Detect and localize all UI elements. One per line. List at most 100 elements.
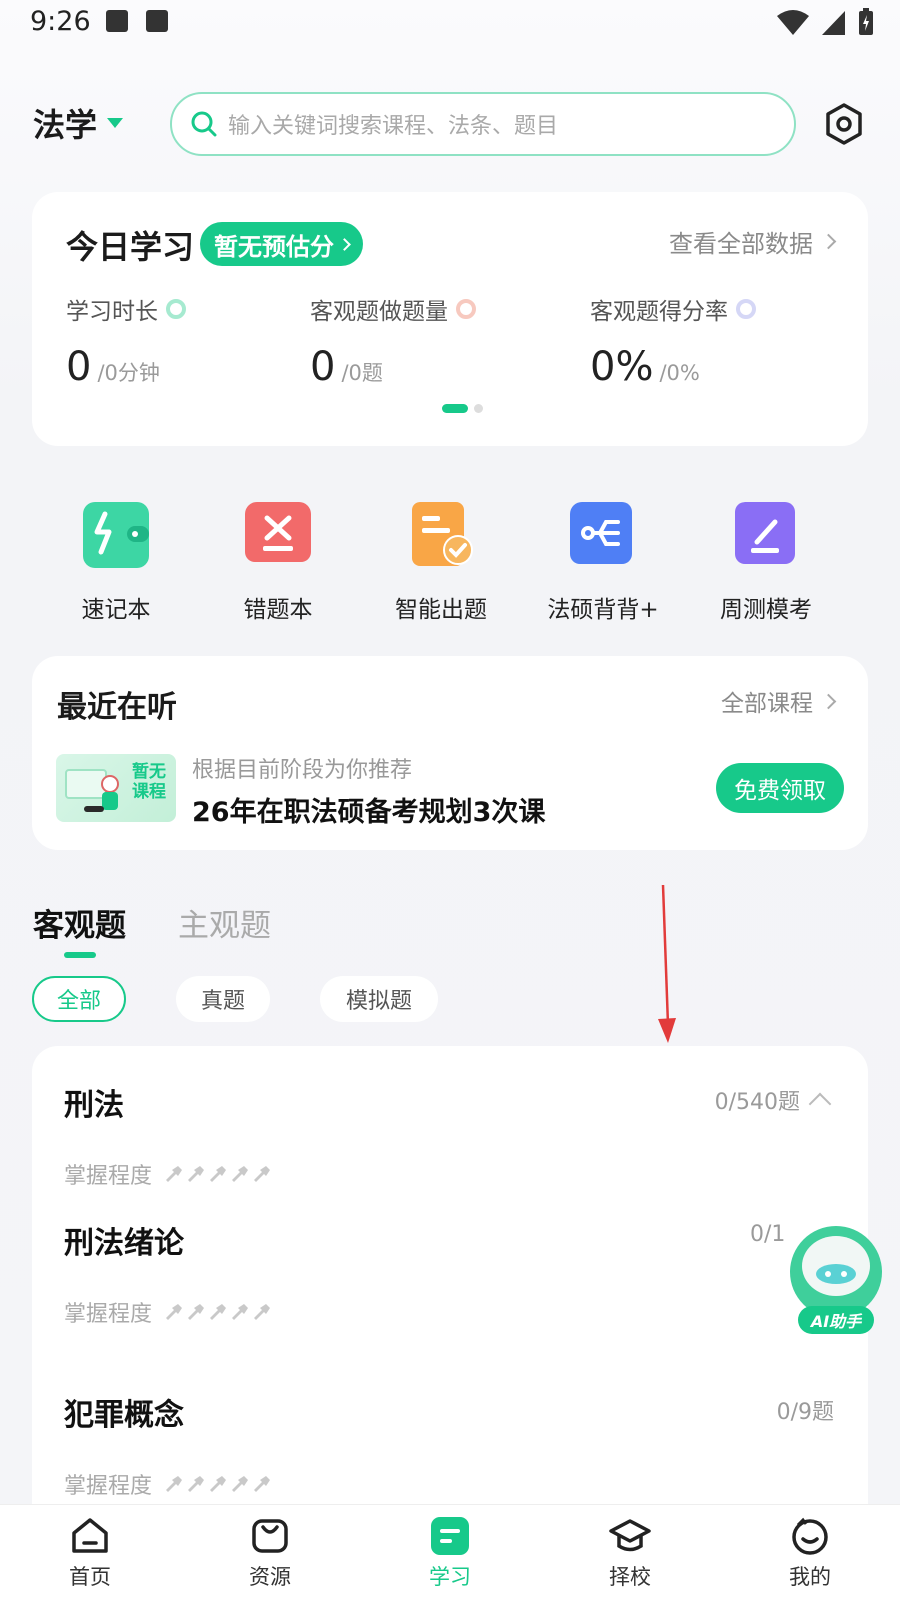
stat-objective-count: 客观题做题量 0/0题 bbox=[310, 292, 476, 390]
status-system-icons bbox=[776, 8, 874, 36]
chevron-right-icon bbox=[820, 233, 837, 250]
ring-icon bbox=[166, 299, 186, 319]
status-notification-icons bbox=[106, 10, 168, 32]
image-notification-icon bbox=[106, 10, 128, 32]
tool-weekly-test[interactable]: 周测模考 bbox=[696, 502, 836, 624]
mastery-hammers bbox=[164, 1302, 276, 1322]
free-claim-button[interactable]: 免费领取 bbox=[716, 763, 844, 813]
mastery-row: 掌握程度 bbox=[64, 1296, 276, 1328]
hammer-rating-icon bbox=[166, 1304, 271, 1320]
view-all-data-label: 查看全部数据 bbox=[669, 230, 813, 258]
signal-icon bbox=[822, 11, 845, 35]
caret-down-icon bbox=[107, 118, 124, 128]
ai-helper-label: AI助手 bbox=[798, 1306, 874, 1334]
nav-home[interactable]: 首页 bbox=[0, 1505, 180, 1600]
smart-question-icon bbox=[412, 502, 473, 566]
nav-label: 首页 bbox=[69, 1565, 111, 1589]
mastery-label: 掌握程度 bbox=[64, 1474, 153, 1499]
wrong-book-icon bbox=[245, 502, 311, 562]
stat-label: 客观题做题量 bbox=[310, 299, 448, 325]
all-courses-label: 全部课程 bbox=[721, 691, 813, 717]
hammer-rating-icon bbox=[166, 1476, 271, 1492]
annotation-arrow-icon bbox=[658, 885, 676, 1043]
tool-label: 速记本 bbox=[81, 597, 151, 623]
mastery-label: 掌握程度 bbox=[64, 1302, 153, 1327]
subject-title[interactable]: 犯罪概念 bbox=[64, 1390, 184, 1434]
notebook-icon bbox=[83, 502, 149, 568]
text-notification-icon bbox=[146, 10, 168, 32]
course-name[interactable]: 26年在职法硕备考规划3次课 bbox=[192, 790, 545, 829]
nav-profile[interactable]: 我的 bbox=[720, 1505, 900, 1600]
subject-count-group[interactable]: 0/540题 bbox=[715, 1084, 832, 1116]
chevron-right-icon bbox=[820, 693, 837, 709]
filter-chip-all[interactable]: 全部 bbox=[32, 976, 126, 1022]
all-courses-link[interactable]: 全部课程 bbox=[721, 684, 837, 718]
subject-title[interactable]: 刑法绪论 bbox=[64, 1218, 184, 1262]
thumbnail-line1: 暂无 bbox=[132, 762, 166, 782]
home-icon bbox=[72, 1518, 108, 1553]
nav-resources[interactable]: 资源 bbox=[180, 1505, 360, 1600]
stat-total: /0题 bbox=[341, 361, 383, 385]
search-input[interactable]: 输入关键词搜索课程、法条、题目 bbox=[170, 92, 796, 156]
tab-objective[interactable]: 客观题 bbox=[33, 900, 126, 945]
nav-label: 择校 bbox=[609, 1565, 651, 1589]
wifi-icon bbox=[777, 10, 809, 35]
settings-icon[interactable] bbox=[822, 102, 866, 146]
course-thumbnail[interactable]: 暂无 课程 bbox=[56, 754, 176, 822]
tool-wrong-book[interactable]: 错题本 bbox=[208, 502, 348, 624]
tool-notebook[interactable]: 速记本 bbox=[46, 502, 186, 624]
tool-memorize[interactable]: 法硕背背+ bbox=[533, 502, 673, 624]
tool-label: 法硕背背+ bbox=[547, 597, 659, 623]
bottom-navigation: 首页 资源 学习 择校 我的 bbox=[0, 1504, 900, 1600]
nav-school[interactable]: 择校 bbox=[540, 1505, 720, 1600]
graduation-cap-icon bbox=[609, 1519, 651, 1552]
stat-value: 0 bbox=[66, 344, 92, 390]
filter-chip-mock[interactable]: 模拟题 bbox=[320, 976, 438, 1022]
nav-label: 我的 bbox=[789, 1565, 831, 1589]
view-all-data-link[interactable]: 查看全部数据 bbox=[669, 224, 837, 259]
stat-total: /0% bbox=[659, 361, 700, 385]
stat-value: 0% bbox=[590, 344, 654, 390]
filter-chip-real[interactable]: 真题 bbox=[176, 976, 270, 1022]
tool-label: 智能出题 bbox=[395, 597, 487, 623]
stat-label: 学习时长 bbox=[66, 299, 158, 325]
page-dot bbox=[474, 404, 483, 413]
status-time: 9:26 bbox=[30, 6, 91, 37]
hammer-rating-icon bbox=[166, 1166, 271, 1182]
chevron-right-icon bbox=[338, 237, 351, 251]
tab-subjective[interactable]: 主观题 bbox=[178, 900, 271, 945]
bag-icon bbox=[252, 1519, 288, 1553]
subject-selector[interactable]: 法学 bbox=[33, 100, 124, 146]
recent-listening-title: 最近在听 bbox=[57, 690, 177, 725]
recommend-hint: 根据目前阶段为你推荐 bbox=[192, 758, 413, 783]
mastery-label: 掌握程度 bbox=[64, 1164, 153, 1189]
memorize-icon bbox=[570, 502, 632, 564]
subject-title[interactable]: 刑法 bbox=[64, 1080, 124, 1124]
page-indicator bbox=[442, 404, 483, 413]
nav-label: 学习 bbox=[429, 1565, 471, 1589]
search-icon bbox=[191, 111, 217, 137]
thumbnail-caption: 暂无 课程 bbox=[132, 762, 166, 802]
mastery-row: 掌握程度 bbox=[64, 1158, 276, 1190]
study-icon bbox=[431, 1517, 469, 1555]
stat-study-time: 学习时长 0/0分钟 bbox=[66, 292, 186, 390]
ai-helper-button[interactable]: AI助手 bbox=[786, 1224, 886, 1334]
nav-study[interactable]: 学习 bbox=[360, 1505, 540, 1600]
weekly-test-icon bbox=[735, 502, 795, 564]
chevron-up-icon bbox=[808, 1092, 832, 1116]
estimate-score-badge[interactable]: 暂无预估分 bbox=[200, 222, 363, 266]
tab-active-indicator bbox=[64, 952, 96, 958]
profile-icon bbox=[792, 1517, 828, 1555]
mastery-row: 掌握程度 bbox=[64, 1468, 276, 1500]
tool-label: 错题本 bbox=[243, 597, 313, 623]
mastery-hammers bbox=[164, 1164, 276, 1184]
stat-label: 客观题得分率 bbox=[590, 299, 728, 325]
tool-smart-question[interactable]: 智能出题 bbox=[371, 502, 511, 624]
ring-icon bbox=[456, 299, 476, 319]
tool-label: 周测模考 bbox=[720, 597, 812, 623]
stat-value: 0 bbox=[310, 344, 336, 390]
ring-icon bbox=[736, 299, 756, 319]
subject-count: 0/9题 bbox=[776, 1400, 834, 1425]
subject-count: 0/1 bbox=[750, 1222, 786, 1247]
teacher-illustration-icon bbox=[65, 769, 119, 812]
